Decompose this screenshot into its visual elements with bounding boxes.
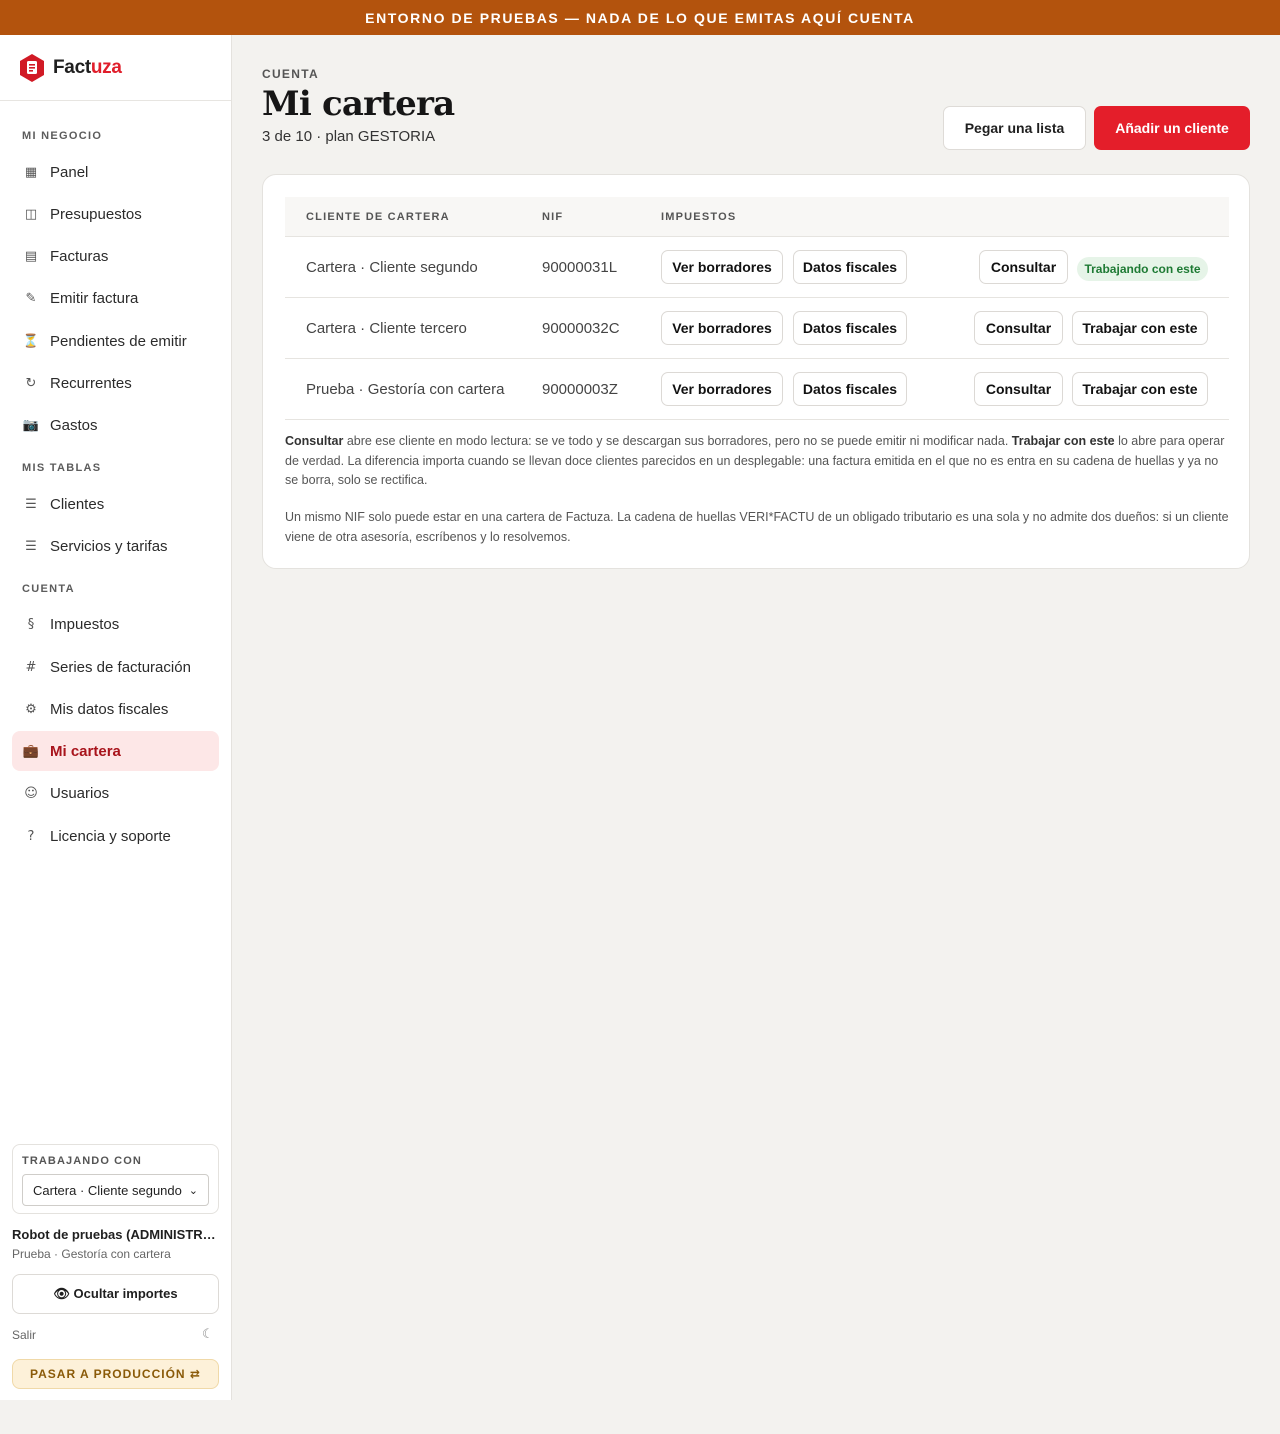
client-nif: 90000003Z xyxy=(542,381,618,398)
user-organization: Prueba · Gestoría con cartera xyxy=(12,1247,171,1261)
factuza-logo-icon xyxy=(20,53,44,82)
hide-amounts-button[interactable]: 👁 Ocultar importes xyxy=(12,1274,219,1314)
column-header-taxes: IMPUESTOS xyxy=(661,211,737,223)
section-label-cuenta: CUENTA xyxy=(22,583,75,595)
client-nif: 90000032C xyxy=(542,320,620,337)
client-name: Cartera · Cliente tercero xyxy=(306,320,467,337)
table-row: Cartera · Cliente tercero 90000032C Ver … xyxy=(285,298,1229,359)
sidebar-item-datos-fiscales[interactable]: ⚙ Mis datos fiscales xyxy=(12,689,219,729)
gear-icon: ⚙ xyxy=(25,701,37,717)
add-client-button[interactable]: Añadir un cliente xyxy=(1094,106,1250,150)
briefcase-icon: 💼 xyxy=(22,743,40,759)
sidebar-item-pendientes[interactable]: ⏳ Pendientes de emitir xyxy=(12,321,219,361)
sidebar-item-usuarios[interactable]: ☺ Usuarios xyxy=(12,773,219,813)
portfolio-card: CLIENTE DE CARTERA NIF IMPUESTOS Cartera… xyxy=(262,174,1250,569)
sidebar-item-licencia[interactable]: ? Licencia y soporte xyxy=(12,816,219,856)
sidebar-item-emitir-factura[interactable]: ✎ Emitir factura xyxy=(12,278,219,318)
plan-usage: 3 de 10 · plan GESTORIA xyxy=(262,128,436,145)
sidebar-item-facturas[interactable]: ▤ Facturas xyxy=(12,236,219,276)
brand-name: Factuza xyxy=(53,56,122,78)
menu-icon: ☰ xyxy=(25,496,37,512)
moon-icon[interactable]: ☾ xyxy=(202,1326,214,1342)
hash-icon: # xyxy=(25,659,37,675)
page-eyebrow: CUENTA xyxy=(262,67,319,81)
sidebar-item-impuestos[interactable]: § Impuestos xyxy=(12,604,219,644)
environment-banner: ENTORNO DE PRUEBAS — NADA DE LO QUE EMIT… xyxy=(0,0,1280,35)
consult-button[interactable]: Consultar xyxy=(974,311,1063,345)
fiscal-data-button[interactable]: Datos fiscales xyxy=(793,250,907,284)
page-title: Mi cartera xyxy=(262,84,455,124)
camera-icon: 📷 xyxy=(22,417,40,433)
consult-button[interactable]: Consultar xyxy=(974,372,1063,406)
section-label-mi-negocio: MI NEGOCIO xyxy=(22,130,103,142)
chevron-down-icon: ⌄ xyxy=(188,1184,198,1197)
list-icon: ▤ xyxy=(24,248,38,264)
column-header-client: CLIENTE DE CARTERA xyxy=(306,211,450,223)
fiscal-data-button[interactable]: Datos fiscales xyxy=(793,311,907,345)
user-name: Robot de pruebas (ADMINISTRADOR) xyxy=(12,1227,219,1242)
sidebar-item-recurrentes[interactable]: ↻ Recurrentes xyxy=(12,363,219,403)
help-note-modes: Consultar abre ese cliente en modo lectu… xyxy=(285,434,1225,487)
pencil-icon: ✎ xyxy=(25,290,37,306)
logout-link[interactable]: Salir xyxy=(12,1328,36,1342)
sidebar-item-mi-cartera[interactable]: 💼 Mi cartera xyxy=(12,731,219,771)
consult-button[interactable]: Consultar xyxy=(979,250,1068,284)
sidebar: Factuza MI NEGOCIO ▦ Panel ◫ Presupuestos … xyxy=(0,35,232,1400)
question-icon: ? xyxy=(27,828,35,844)
view-drafts-button[interactable]: Ver borradores xyxy=(661,372,783,406)
table-row: Cartera · Cliente segundo 90000031L Ver … xyxy=(285,237,1229,298)
working-with-label: TRABAJANDO CON xyxy=(22,1155,142,1167)
sidebar-item-servicios[interactable]: ☰ Servicios y tarifas xyxy=(12,526,219,566)
table-header: CLIENTE DE CARTERA NIF IMPUESTOS xyxy=(285,197,1229,237)
sidebar-item-presupuestos[interactable]: ◫ Presupuestos xyxy=(12,194,219,234)
section-sign-icon: § xyxy=(27,616,35,632)
refresh-icon: ↻ xyxy=(25,375,37,391)
table-row: Prueba · Gestoría con cartera 90000003Z … xyxy=(285,359,1229,420)
help-note-nif: Un mismo NIF solo puede estar en una car… xyxy=(285,510,1229,544)
client-name: Cartera · Cliente segundo xyxy=(306,259,478,276)
sidebar-item-series[interactable]: # Series de facturación xyxy=(12,647,219,687)
smiley-icon: ☺ xyxy=(24,785,38,801)
sidebar-item-gastos[interactable]: 📷 Gastos xyxy=(12,405,219,445)
view-drafts-button[interactable]: Ver borradores xyxy=(661,250,783,284)
section-label-mis-tablas: MIS TABLAS xyxy=(22,462,102,474)
client-nif: 90000031L xyxy=(542,259,618,276)
work-with-button[interactable]: Trabajar con este xyxy=(1072,372,1208,406)
column-header-nif: NIF xyxy=(542,211,564,223)
sidebar-item-clientes[interactable]: ☰ Clientes xyxy=(12,484,219,524)
brand[interactable]: Factuza xyxy=(0,35,231,101)
sidebar-item-panel[interactable]: ▦ Panel xyxy=(12,152,219,192)
view-drafts-button[interactable]: Ver borradores xyxy=(661,311,783,345)
fiscal-data-button[interactable]: Datos fiscales xyxy=(793,372,907,406)
grid-icon: ▦ xyxy=(24,164,38,180)
columns-icon: ◫ xyxy=(24,206,38,222)
work-with-button[interactable]: Trabajar con este xyxy=(1072,311,1208,345)
client-name: Prueba · Gestoría con cartera xyxy=(306,381,505,398)
working-with-box: TRABAJANDO CON Cartera · Cliente segundo… xyxy=(12,1144,219,1214)
menu-icon: ☰ xyxy=(25,538,37,554)
paste-list-button[interactable]: Pegar una lista xyxy=(943,106,1086,150)
switch-to-production-button[interactable]: PASAR A PRODUCCIÓN ⇄ xyxy=(12,1359,219,1389)
hourglass-icon: ⏳ xyxy=(22,333,40,349)
working-with-select[interactable]: Cartera · Cliente segundo ⌄ xyxy=(22,1174,209,1206)
working-status-badge: Trabajando con este xyxy=(1077,257,1208,281)
